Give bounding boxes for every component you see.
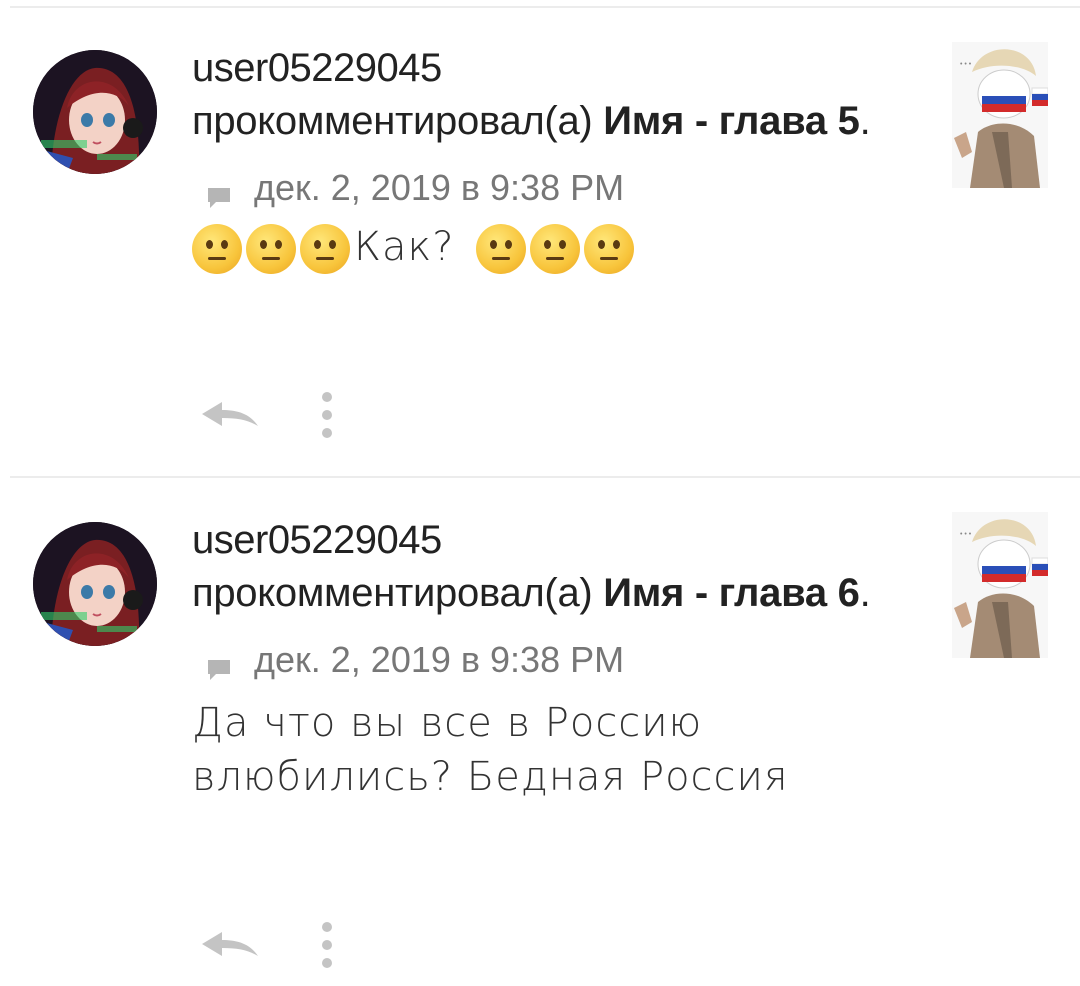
comment-bubble-icon bbox=[206, 649, 232, 680]
action-text: прокомментировал(а) bbox=[192, 99, 593, 143]
comment-bubble-icon bbox=[206, 177, 232, 208]
svg-text:• • •: • • • bbox=[960, 531, 972, 538]
neutral-face-emoji bbox=[476, 224, 527, 274]
story-title-link[interactable]: Имя - глава 6 bbox=[603, 571, 860, 615]
comment-content: user05229045 прокомментировал(а) Имя - г… bbox=[192, 516, 892, 804]
neutral-face-emoji bbox=[300, 224, 350, 274]
comment-content: user05229045 прокомментировал(а) Имя - г… bbox=[192, 44, 892, 274]
action-text: прокомментировал(а) bbox=[192, 571, 593, 615]
comment-actions bbox=[200, 388, 334, 442]
comment-text-line: влюбились? Бедная Россия bbox=[192, 754, 789, 800]
neutral-face-emoji bbox=[246, 224, 296, 274]
avatar[interactable] bbox=[33, 50, 157, 174]
avatar-image bbox=[33, 522, 157, 646]
comment-meta: дек. 2, 2019 в 9:38 PM bbox=[192, 639, 892, 680]
comment-text-line: Да что вы все в Россию bbox=[192, 700, 703, 746]
story-cover-thumbnail[interactable]: • • • bbox=[952, 512, 1048, 658]
comment-text: Да что вы все в Россию влюбились? Бедная… bbox=[192, 696, 892, 804]
action-line: прокомментировал(а) Имя - глава 6. bbox=[192, 564, 892, 622]
more-vertical-icon[interactable] bbox=[320, 388, 334, 442]
avatar[interactable] bbox=[33, 522, 157, 646]
action-line: прокомментировал(а) Имя - глава 5. bbox=[192, 92, 892, 150]
comment-text-body: Как? bbox=[354, 224, 455, 270]
period: . bbox=[859, 99, 871, 143]
period: . bbox=[859, 571, 871, 615]
comment-card: user05229045 прокомментировал(а) Имя - г… bbox=[0, 0, 1080, 470]
reply-icon[interactable] bbox=[200, 400, 260, 430]
comment-date: дек. 2, 2019 в 9:38 PM bbox=[254, 167, 625, 208]
comment-meta: дек. 2, 2019 в 9:38 PM bbox=[192, 167, 892, 208]
comment-date: дек. 2, 2019 в 9:38 PM bbox=[254, 639, 625, 680]
comment-text: Как? bbox=[192, 220, 892, 274]
reply-icon[interactable] bbox=[200, 930, 260, 960]
story-title-link[interactable]: Имя - глава 5 bbox=[603, 99, 860, 143]
more-vertical-icon[interactable] bbox=[320, 918, 334, 972]
neutral-face-emoji bbox=[584, 224, 635, 274]
story-cover-thumbnail[interactable]: • • • bbox=[952, 42, 1048, 188]
avatar-image bbox=[33, 50, 157, 174]
neutral-face-emoji bbox=[192, 224, 242, 274]
comment-actions bbox=[200, 918, 334, 972]
comment-card: user05229045 прокомментировал(а) Имя - г… bbox=[0, 470, 1080, 968]
neutral-face-emoji bbox=[530, 224, 581, 274]
username-link[interactable]: user05229045 bbox=[192, 516, 892, 564]
svg-text:• • •: • • • bbox=[960, 61, 972, 68]
username-link[interactable]: user05229045 bbox=[192, 44, 892, 92]
